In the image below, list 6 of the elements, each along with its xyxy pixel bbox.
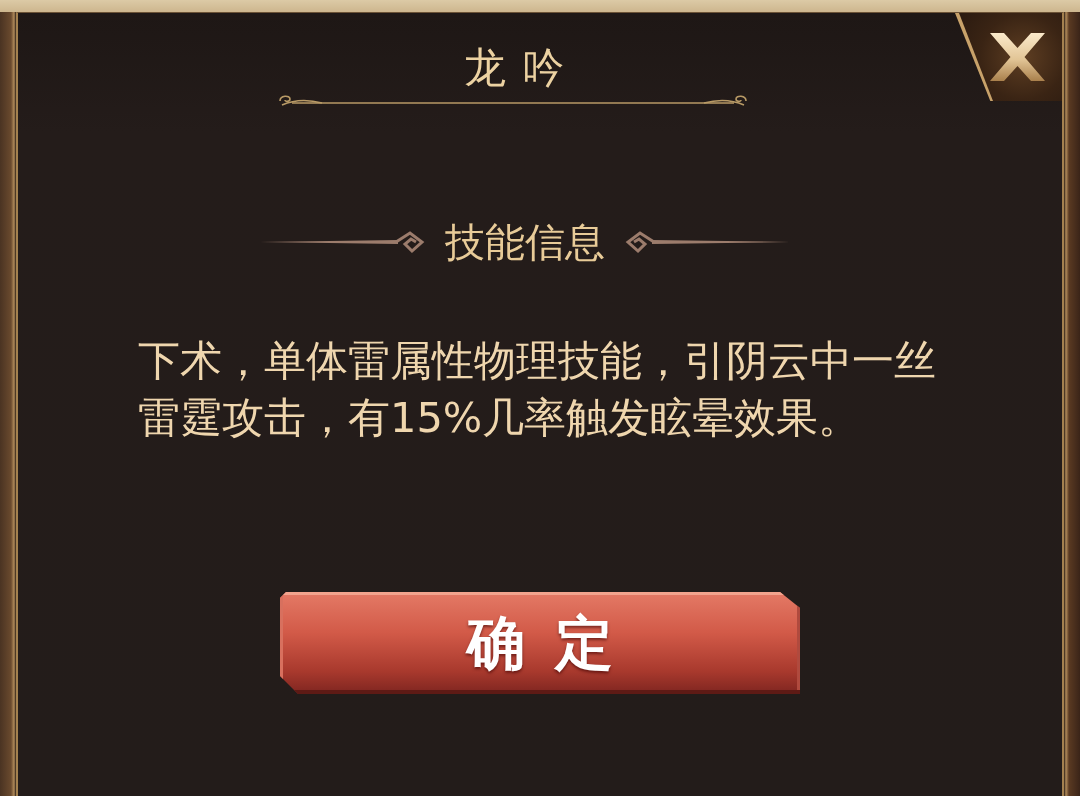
confirm-button[interactable]: 确定 [280, 592, 800, 694]
close-icon [990, 33, 1045, 81]
close-button[interactable] [955, 13, 1062, 101]
dialog-title: 龙吟 [464, 43, 580, 93]
skill-description: 下术，单体雷属性物理技能，引阴云中一丝雷霆攻击，有15%几率触发眩晕效果。 [138, 335, 937, 444]
section-heading: 技能信息 [445, 222, 605, 262]
